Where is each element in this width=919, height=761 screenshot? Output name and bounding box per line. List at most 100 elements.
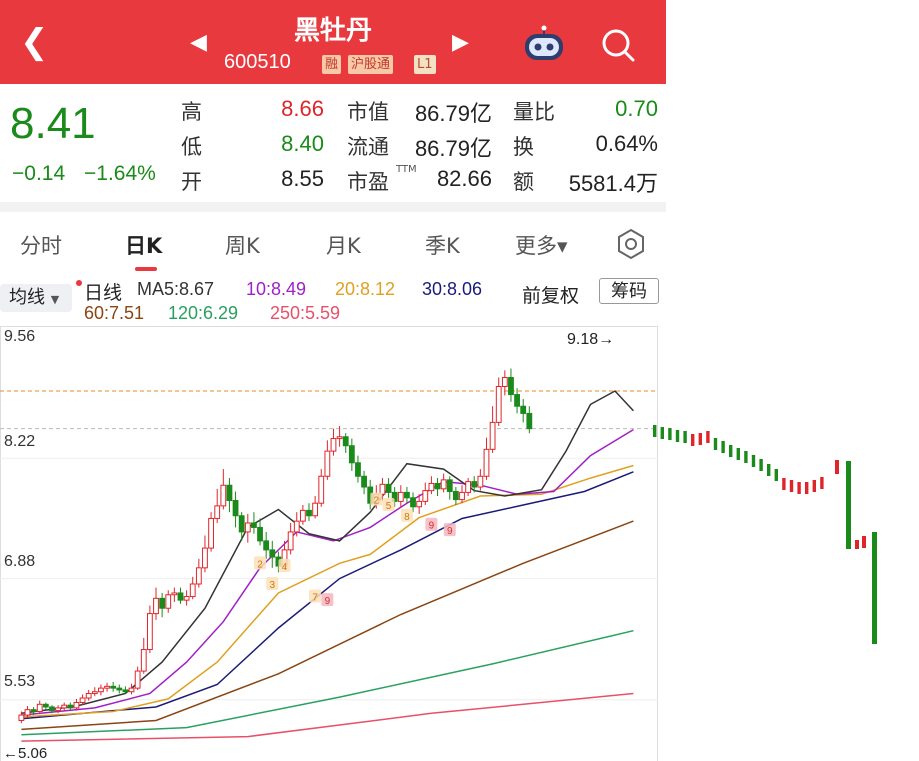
candle-body[interactable] [471,481,478,488]
candle-body[interactable] [202,547,208,569]
pe-value: 82.66 [436,166,492,191]
tab-weekly-k[interactable]: 周K [225,230,260,260]
candle-body[interactable] [104,685,110,689]
indicator-selector[interactable]: 均线 ▼ [0,284,72,312]
candle-body[interactable] [73,701,80,709]
candle-body[interactable] [385,483,392,493]
candle-body[interactable] [446,479,453,493]
candle-body[interactable] [330,438,337,452]
candle-body[interactable] [361,475,367,488]
candle-body[interactable] [251,522,257,528]
candle-body[interactable] [146,613,153,651]
candle-body[interactable] [61,704,68,709]
candle-body[interactable] [85,693,92,699]
candle-body[interactable] [134,670,141,689]
candle-body[interactable] [336,436,343,440]
candle-body[interactable] [226,484,233,501]
candle-body[interactable] [501,377,508,387]
candle-body[interactable] [189,583,196,598]
candle-body[interactable] [232,499,239,517]
tab-intraday[interactable]: 分时 [20,230,62,260]
candle-body[interactable] [214,505,221,519]
candle-body[interactable] [183,596,190,601]
candle-body[interactable] [79,697,86,703]
candle-body[interactable] [477,475,484,488]
projected-bar [751,455,756,467]
projected-bar [721,441,725,453]
candle-body[interactable] [287,531,294,551]
candle-body[interactable] [91,691,98,695]
candle-body[interactable] [410,497,416,508]
candle-body[interactable] [452,491,459,501]
candle-body[interactable] [434,482,441,490]
candle-body[interactable] [42,703,49,708]
hexagon-gear-icon[interactable] [614,227,648,261]
candle-body[interactable] [489,421,496,450]
candle-body[interactable] [153,597,159,615]
candle-body[interactable] [306,509,312,517]
candle-body[interactable] [495,385,502,423]
candle-body[interactable] [520,405,527,414]
tab-quarterly-k[interactable]: 季K [425,230,460,260]
candle-body[interactable] [465,481,472,493]
candle-body[interactable] [67,704,74,709]
candle-body[interactable] [208,517,214,549]
candle-body[interactable] [318,475,325,504]
triangle-right-icon[interactable]: ▶ [452,30,469,55]
td-marker: 2 [370,492,383,507]
ma20-label: 20:8.12 [335,279,396,299]
candle-body[interactable] [348,445,355,464]
candle-body[interactable] [355,462,361,477]
stock-name: 黑牡丹 [293,16,372,46]
candle-body[interactable] [257,526,263,542]
candle-body[interactable] [238,515,245,533]
candle-body[interactable] [324,450,331,477]
candle-body[interactable] [404,491,410,499]
candle-body[interactable] [508,377,514,396]
candle-body[interactable] [514,394,520,407]
candle-body[interactable] [122,689,129,693]
candle-body[interactable] [312,502,319,517]
candlestick-chart[interactable]: 2 437 92 589 9 [0,326,666,761]
candle-body[interactable] [128,687,135,693]
candle-body[interactable] [440,479,447,490]
candle-body[interactable] [24,709,31,716]
candle-body[interactable] [244,522,251,533]
candle-body[interactable] [342,436,349,447]
candle-body[interactable] [171,592,178,596]
candle-body[interactable] [116,687,123,691]
candle-body[interactable] [397,491,404,502]
tab-monthly-k[interactable]: 月K [326,230,361,260]
candle-body[interactable] [459,491,465,501]
candle-body[interactable] [30,709,37,712]
candle-body[interactable] [299,509,306,522]
candle-body[interactable] [483,448,490,477]
candle-body[interactable] [140,649,147,672]
candle-body[interactable] [428,482,435,492]
candle-body[interactable] [18,714,25,721]
robot-icon[interactable] [522,25,566,61]
tab-daily-k[interactable]: 日K [125,230,162,260]
candle-body[interactable] [98,687,104,693]
candle-body[interactable] [293,520,300,533]
low-label: 低 [181,135,202,159]
candle-body[interactable] [416,500,423,508]
candle-body[interactable] [263,540,270,551]
chips-button[interactable]: 筹码 [599,278,659,304]
candle-body[interactable] [177,592,184,601]
candle-body[interactable] [110,685,117,689]
projected-bar [835,460,839,474]
candle-body[interactable] [220,484,227,507]
candle-body[interactable] [526,412,533,430]
adjust-mode[interactable]: 前复权 [522,281,579,308]
candle-body[interactable] [159,597,166,609]
candle-body[interactable] [422,490,429,502]
candle-body[interactable] [269,549,276,558]
candle-body[interactable] [195,567,202,585]
tab-more[interactable]: 更多▾ [515,230,568,260]
candle-body[interactable] [49,706,55,712]
candle-body[interactable] [36,703,43,712]
candle-body[interactable] [55,707,61,712]
search-icon[interactable] [600,27,636,63]
candle-body[interactable] [165,594,172,609]
